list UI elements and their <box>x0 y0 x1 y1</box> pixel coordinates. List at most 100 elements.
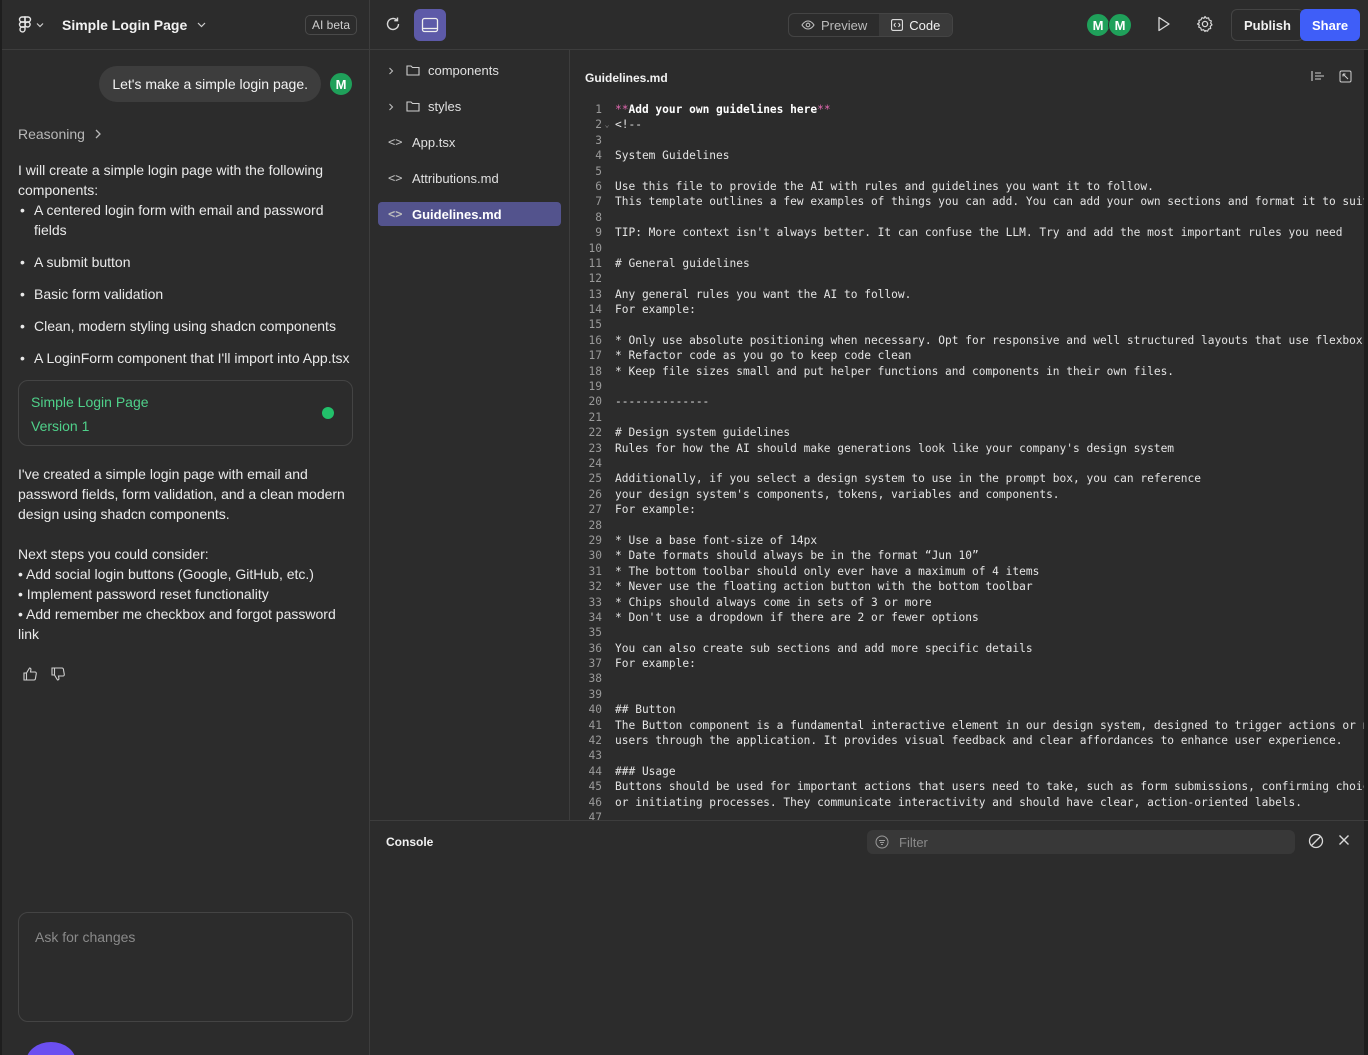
fold-gutter <box>602 718 612 733</box>
line-text <box>612 625 615 640</box>
fold-gutter <box>602 287 612 302</box>
code-line: 33 * Chips should always come in sets of … <box>570 595 1368 610</box>
tablet-icon <box>421 17 439 33</box>
next-steps-heading: Next steps you could consider: <box>18 546 209 562</box>
eye-icon <box>801 20 815 30</box>
code-line: 24 <box>570 456 1368 471</box>
code-line: 12 <box>570 271 1368 286</box>
line-number: 46 <box>588 795 602 809</box>
thumbs-down-icon[interactable] <box>50 666 66 682</box>
code-line: 47 <box>570 810 1368 820</box>
fold-gutter <box>602 748 612 763</box>
figma-menu-button[interactable] <box>18 15 52 34</box>
code-line: 25 Additionally, if you select a design s… <box>570 471 1368 486</box>
thumbs-up-icon[interactable] <box>22 666 38 682</box>
code-line: 4 System Guidelines <box>570 148 1368 163</box>
close-icon[interactable] <box>1338 834 1350 846</box>
fold-gutter <box>602 102 612 117</box>
project-title[interactable]: Simple Login Page <box>62 17 187 33</box>
line-number: 23 <box>588 441 602 455</box>
line-text <box>612 317 615 332</box>
version-card[interactable]: Simple Login Page Version 1 <box>18 380 353 446</box>
line-number: 15 <box>588 318 602 332</box>
ai-beta-badge: AI beta <box>304 14 357 35</box>
fold-gutter <box>602 179 612 194</box>
code-icon <box>891 19 904 31</box>
filter-icon <box>875 835 889 849</box>
code-line: 10 <box>570 241 1368 256</box>
line-number: 34 <box>588 610 602 624</box>
line-text: # Design system guidelines <box>615 426 791 440</box>
version-title: Simple Login Page <box>31 394 149 410</box>
fold-gutter <box>602 533 612 548</box>
editor-filename: Guidelines.md <box>585 71 668 85</box>
expand-icon[interactable] <box>1339 70 1352 83</box>
code-tab[interactable]: Code <box>879 14 953 36</box>
gear-icon[interactable] <box>1196 15 1214 33</box>
filter-input[interactable] <box>899 834 1279 850</box>
fold-gutter <box>602 764 612 779</box>
code-line: 38 <box>570 671 1368 686</box>
fold-gutter <box>602 610 612 625</box>
share-button[interactable]: Share <box>1300 9 1361 41</box>
line-number: 45 <box>588 780 602 794</box>
fold-gutter <box>602 656 612 671</box>
reasoning-label: Reasoning <box>18 126 85 142</box>
format-icon[interactable] <box>1311 70 1325 82</box>
preview-label: Preview <box>821 17 868 33</box>
line-number: 42 <box>588 734 602 748</box>
avatar[interactable]: M <box>1108 13 1132 37</box>
line-number: 27 <box>588 503 602 517</box>
line-text <box>612 687 615 702</box>
fold-gutter <box>602 271 612 286</box>
code-line: 21 <box>570 410 1368 425</box>
tree-folder-components[interactable]: components <box>378 58 561 82</box>
line-text: Buttons should be used for important act… <box>615 780 1368 794</box>
preview-tab[interactable]: Preview <box>789 14 879 36</box>
tree-file-guidelines[interactable]: <> Guidelines.md <box>378 202 561 226</box>
line-text <box>612 241 615 256</box>
tree-folder-styles[interactable]: styles <box>378 94 561 118</box>
line-text <box>612 133 615 148</box>
line-text: or initiating processes. They communicat… <box>615 795 1303 809</box>
code-editor[interactable]: Guidelines.md 1 **Add your own guidelines… <box>570 50 1368 820</box>
line-text <box>612 164 615 179</box>
fold-gutter <box>602 641 612 656</box>
publish-button[interactable]: Publish <box>1231 9 1304 41</box>
console-panel: Console <box>370 820 1368 1055</box>
chevron-right-icon <box>388 99 406 114</box>
console-filter[interactable] <box>867 830 1295 854</box>
device-frame-button[interactable] <box>414 9 446 41</box>
line-number: 13 <box>588 287 602 301</box>
fold-chevron-icon[interactable]: ⌄ <box>602 117 612 132</box>
fold-gutter <box>602 810 612 820</box>
refresh-icon[interactable] <box>384 15 402 33</box>
file-tree: components styles <> App.tsx <> Attribut… <box>370 50 570 820</box>
line-text: Rules for how the AI should make generat… <box>615 441 1175 455</box>
code-line: 15 <box>570 317 1368 332</box>
fold-gutter <box>602 148 612 163</box>
reasoning-toggle[interactable]: Reasoning <box>18 126 353 142</box>
next-steps: Next steps you could consider: • Add soc… <box>18 544 353 644</box>
line-text: The Button component is a fundamental in… <box>615 718 1368 732</box>
view-mode-toggle: Preview Code <box>788 13 954 37</box>
clear-console-icon[interactable] <box>1308 833 1324 849</box>
code-line: 31 * The bottom toolbar should only ever … <box>570 564 1368 579</box>
tree-file-app[interactable]: <> App.tsx <box>378 130 561 154</box>
line-text: * Refactor code as you go to keep code c… <box>615 349 912 363</box>
line-number: 20 <box>588 395 602 409</box>
line-number: 39 <box>588 687 602 701</box>
line-text: your design system's components, tokens,… <box>615 487 1060 501</box>
tree-file-attributions[interactable]: <> Attributions.md <box>378 166 561 190</box>
tree-item-label: Attributions.md <box>412 170 499 186</box>
line-number: 5 <box>595 164 602 178</box>
avatar[interactable]: M <box>1086 13 1110 37</box>
play-icon[interactable] <box>1157 16 1171 32</box>
line-number: 41 <box>588 718 602 732</box>
code-line: 39 <box>570 687 1368 702</box>
version-label: Version 1 <box>31 418 90 434</box>
code-line: 17 * Refactor code as you go to keep code… <box>570 348 1368 363</box>
prompt-input[interactable]: Ask for changes <box>18 912 353 1022</box>
chevron-right-icon <box>388 63 406 78</box>
chevron-down-icon[interactable] <box>197 22 206 28</box>
